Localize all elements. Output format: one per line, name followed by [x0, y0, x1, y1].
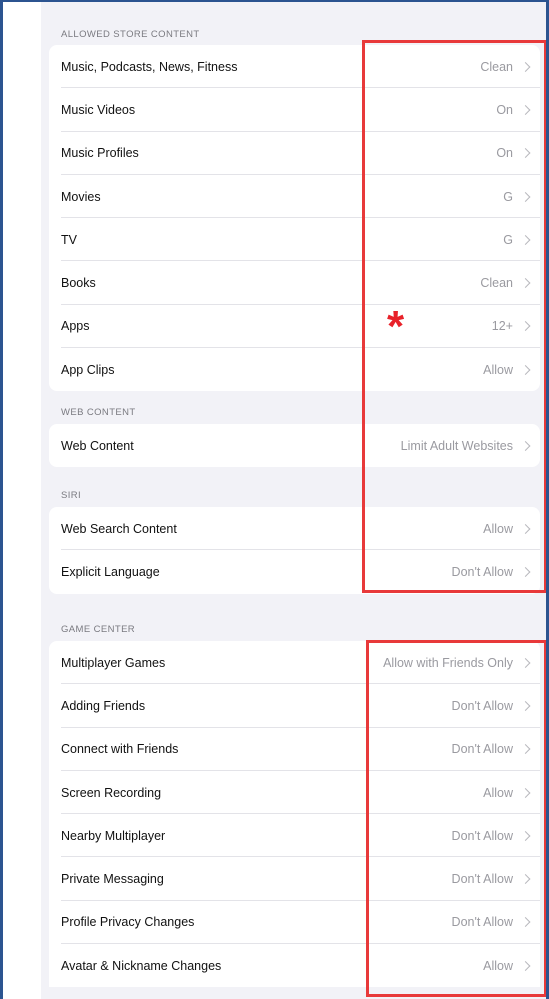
row-value: On [496, 102, 513, 117]
row-label: Private Messaging [61, 872, 164, 887]
row-books[interactable]: Books Clean [49, 261, 540, 306]
section-header-store: ALLOWED STORE CONTENT [61, 29, 200, 40]
chevron-right-icon [520, 364, 531, 375]
row-value: Don't Allow [451, 742, 513, 757]
row-value: On [496, 146, 513, 161]
settings-panel: ALLOWED STORE CONTENT Music, Podcasts, N… [41, 0, 549, 999]
row-value: G [503, 189, 513, 204]
row-value: 12+ [491, 319, 513, 334]
chevron-right-icon [520, 657, 531, 668]
row-label: Books [61, 276, 96, 291]
row-screen-recording[interactable]: Screen Recording Allow [49, 771, 540, 815]
chevron-right-icon [520, 960, 531, 971]
row-music-videos[interactable]: Music Videos On [49, 88, 540, 132]
row-explicit-language[interactable]: Explicit Language Don't Allow [49, 550, 540, 593]
chevron-right-icon [520, 566, 531, 577]
row-label: Web Search Content [61, 521, 177, 536]
chevron-right-icon [520, 104, 531, 115]
row-app-clips[interactable]: App Clips Allow [49, 348, 540, 391]
row-value: Clean [480, 59, 513, 74]
chevron-right-icon [520, 874, 531, 885]
row-private-messaging[interactable]: Private Messaging Don't Allow [49, 857, 540, 902]
row-web-content[interactable]: Web Content Limit Adult Websites [49, 424, 540, 467]
row-nearby-multiplayer[interactable]: Nearby Multiplayer Don't Allow [49, 814, 540, 858]
chevron-right-icon [520, 700, 531, 711]
game-center-group: Multiplayer Games Allow with Friends Onl… [49, 641, 540, 988]
row-label: Music Videos [61, 102, 136, 117]
web-content-group: Web Content Limit Adult Websites [49, 424, 540, 468]
row-music-profiles[interactable]: Music Profiles On [49, 132, 540, 176]
row-connect-with-friends[interactable]: Connect with Friends Don't Allow [49, 728, 540, 772]
row-label: Movies [61, 189, 101, 204]
row-label: Music, Podcasts, News, Fitness [61, 59, 238, 74]
row-tv[interactable]: TV G [49, 218, 540, 262]
row-label: Apps [61, 319, 90, 334]
chevron-right-icon [520, 830, 531, 841]
row-value: G [503, 232, 513, 247]
row-value: Don't Allow [451, 872, 513, 887]
siri-group: Web Search Content Allow Explicit Langua… [49, 507, 540, 594]
row-avatar-nickname-changes[interactable]: Avatar & Nickname Changes Allow [49, 944, 540, 987]
row-value: Don't Allow [451, 564, 513, 579]
row-profile-privacy-changes[interactable]: Profile Privacy Changes Don't Allow [49, 901, 540, 945]
chevron-right-icon [520, 917, 531, 928]
chevron-right-icon [520, 787, 531, 798]
row-label: Music Profiles [61, 146, 139, 161]
row-label: App Clips [61, 362, 115, 377]
row-label: TV [61, 232, 77, 247]
chevron-right-icon [520, 234, 531, 245]
row-value: Allow [483, 958, 513, 973]
row-value: Allow [483, 521, 513, 536]
row-label: Connect with Friends [61, 742, 179, 757]
row-value: Limit Adult Websites [400, 438, 513, 453]
chevron-right-icon [520, 61, 531, 72]
row-multiplayer-games[interactable]: Multiplayer Games Allow with Friends Onl… [49, 641, 540, 685]
row-adding-friends[interactable]: Adding Friends Don't Allow [49, 684, 540, 728]
section-header-game-center: GAME CENTER [61, 624, 136, 635]
row-label: Web Content [61, 438, 134, 453]
chevron-right-icon [520, 744, 531, 755]
row-label: Screen Recording [61, 785, 162, 800]
chevron-right-icon [520, 278, 531, 289]
row-music-podcasts[interactable]: Music, Podcasts, News, Fitness Clean [49, 45, 540, 89]
annotation-asterisk: * [387, 302, 405, 351]
row-label: Adding Friends [61, 698, 146, 713]
row-value: Allow with Friends Only [383, 655, 513, 670]
row-value: Clean [480, 276, 513, 291]
row-value: Don't Allow [451, 698, 513, 713]
section-header-siri: SIRI [61, 490, 82, 501]
row-label: Nearby Multiplayer [61, 828, 166, 843]
section-header-web: WEB CONTENT [61, 407, 136, 418]
row-label: Explicit Language [61, 564, 160, 579]
row-value: Allow [483, 362, 513, 377]
chevron-right-icon [520, 191, 531, 202]
row-web-search-content[interactable]: Web Search Content Allow [49, 507, 540, 551]
row-value: Don't Allow [451, 915, 513, 930]
row-label: Profile Privacy Changes [61, 915, 195, 930]
row-label: Avatar & Nickname Changes [61, 958, 222, 973]
chevron-right-icon [520, 440, 531, 451]
row-label: Multiplayer Games [61, 655, 166, 670]
row-value: Don't Allow [451, 828, 513, 843]
chevron-right-icon [520, 523, 531, 534]
row-apps[interactable]: Apps 12+ [49, 305, 540, 349]
row-value: Allow [483, 785, 513, 800]
chevron-right-icon [520, 148, 531, 159]
chevron-right-icon [520, 321, 531, 332]
row-movies[interactable]: Movies G [49, 175, 540, 219]
store-content-group: Music, Podcasts, News, Fitness Clean Mus… [49, 45, 540, 392]
